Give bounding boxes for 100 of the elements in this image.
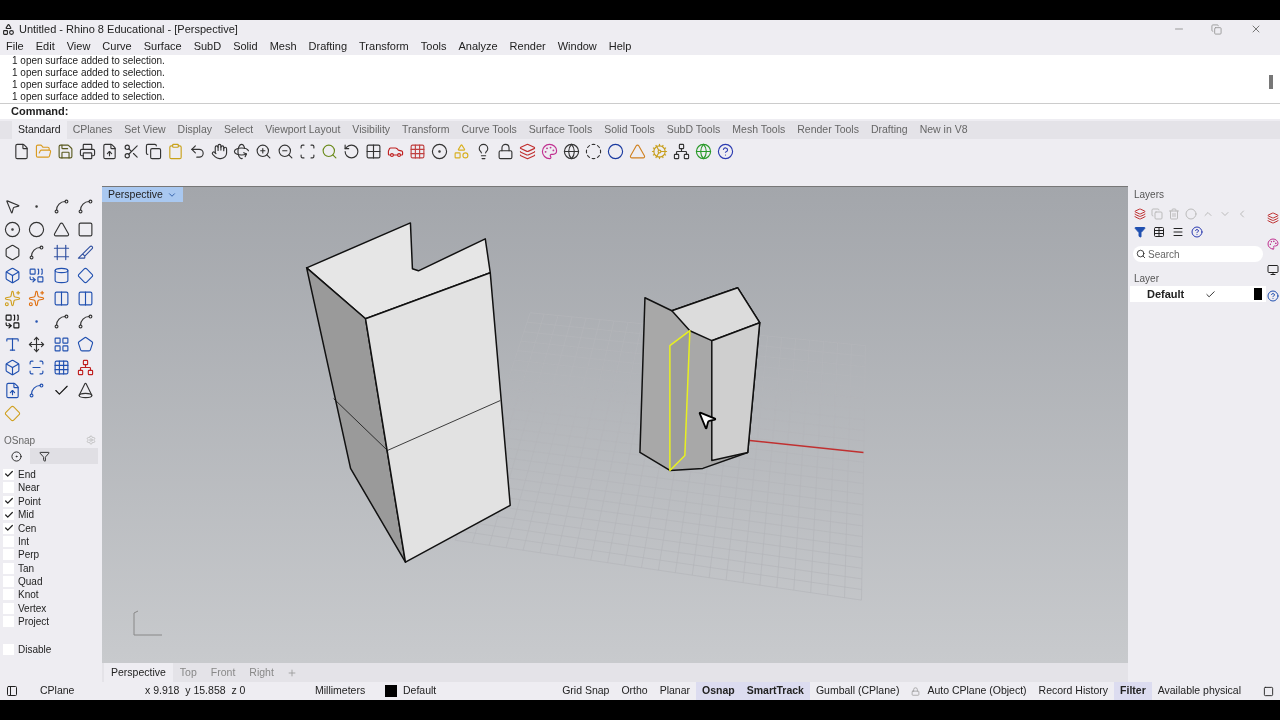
undo-view-icon[interactable] bbox=[343, 142, 360, 160]
rectangle-icon[interactable] bbox=[76, 221, 94, 238]
status-toggle[interactable]: Planar bbox=[653, 682, 697, 700]
toolbar-tab[interactable]: Display bbox=[171, 121, 218, 139]
filter-icon[interactable] bbox=[1134, 226, 1146, 238]
menu-item[interactable]: Edit bbox=[35, 38, 55, 55]
zoom-out-icon[interactable] bbox=[277, 142, 294, 160]
close-icon[interactable] bbox=[1250, 23, 1262, 35]
menu-item[interactable]: Help bbox=[608, 38, 632, 55]
sphere-wireframe-icon[interactable] bbox=[563, 142, 580, 160]
viewport-tab[interactable]: Perspective bbox=[104, 663, 173, 682]
menu-item[interactable]: Transform bbox=[359, 38, 409, 55]
printer-icon[interactable] bbox=[79, 142, 96, 160]
viewport[interactable]: Perspective bbox=[102, 186, 1128, 663]
toolbar-tab[interactable]: SubD Tools bbox=[660, 121, 727, 139]
status-toggle[interactable]: Ortho bbox=[615, 682, 654, 700]
cplane-label[interactable]: CPlane bbox=[40, 683, 145, 699]
menu-item[interactable]: Solid bbox=[233, 38, 258, 55]
curve-icon[interactable] bbox=[76, 198, 94, 215]
layers-icon[interactable] bbox=[519, 142, 536, 160]
grid-icon[interactable] bbox=[409, 142, 426, 160]
status-toggle[interactable]: Osnap bbox=[696, 682, 741, 700]
toolbar-tab[interactable]: Render Tools bbox=[791, 121, 865, 139]
four-viewports-icon[interactable] bbox=[365, 142, 382, 160]
cut-icon[interactable] bbox=[123, 142, 140, 160]
filter-icon[interactable] bbox=[38, 450, 50, 462]
color-wheel-icon[interactable] bbox=[1267, 238, 1279, 250]
layer-color-swatch[interactable] bbox=[385, 685, 397, 697]
zoom-extents-icon[interactable] bbox=[299, 142, 316, 160]
toolbar-tab[interactable]: Surface Tools bbox=[522, 121, 599, 139]
table-icon[interactable] bbox=[1153, 226, 1165, 238]
menu-item[interactable]: Tools bbox=[420, 38, 447, 55]
menu-item[interactable]: Curve bbox=[102, 38, 132, 55]
menu-item[interactable]: Window bbox=[557, 38, 597, 55]
solid-icon[interactable] bbox=[4, 359, 21, 376]
toolbar-tab[interactable]: CPlanes bbox=[66, 121, 119, 139]
move-icon[interactable] bbox=[28, 336, 46, 353]
checkbox[interactable] bbox=[3, 509, 14, 521]
help-tab-icon[interactable] bbox=[1267, 290, 1279, 302]
checkbox[interactable] bbox=[3, 495, 14, 507]
panel-toggle-icon[interactable] bbox=[1263, 685, 1274, 697]
color-wheel-icon[interactable] bbox=[541, 142, 558, 160]
text-icon[interactable] bbox=[4, 336, 21, 353]
help-icon[interactable] bbox=[717, 142, 734, 160]
status-toggle[interactable]: Record History bbox=[1032, 682, 1115, 700]
point-grid-icon[interactable] bbox=[52, 359, 70, 376]
new-file-icon[interactable] bbox=[13, 142, 30, 160]
status-toggle[interactable]: SmartTrack bbox=[740, 682, 810, 700]
menu-item[interactable]: Analyze bbox=[458, 38, 498, 55]
status-toggle[interactable]: Gumball (CPlane) bbox=[809, 682, 906, 700]
pointer-icon[interactable] bbox=[4, 198, 21, 215]
help-icon[interactable] bbox=[1191, 226, 1203, 238]
toolbar-tab[interactable]: Drafting bbox=[864, 121, 914, 139]
units[interactable]: Millimeters bbox=[315, 683, 385, 699]
copy-icon[interactable] bbox=[145, 142, 162, 160]
menu-item[interactable]: Mesh bbox=[269, 38, 297, 55]
checkbox[interactable] bbox=[3, 522, 14, 534]
toolbar-tab[interactable]: Standard bbox=[12, 121, 67, 139]
current-layer[interactable]: Default bbox=[403, 683, 557, 699]
polygon-icon[interactable] bbox=[4, 244, 21, 261]
target-icon[interactable] bbox=[431, 142, 448, 160]
layer-color-swatch[interactable] bbox=[1254, 288, 1262, 300]
page-icon[interactable] bbox=[4, 382, 21, 399]
ellipse-icon[interactable] bbox=[28, 221, 46, 238]
document-icon[interactable] bbox=[101, 142, 118, 160]
menu-item[interactable]: Render bbox=[509, 38, 546, 55]
undo-icon[interactable] bbox=[189, 142, 206, 160]
scrollbar[interactable] bbox=[1269, 75, 1273, 89]
menu-item[interactable]: Surface bbox=[143, 38, 182, 55]
menu-item[interactable]: View bbox=[66, 38, 91, 55]
array-icon[interactable] bbox=[52, 336, 70, 353]
menu-item[interactable]: File bbox=[6, 38, 24, 55]
layers-tab-icon[interactable] bbox=[1267, 212, 1279, 224]
save-icon[interactable] bbox=[57, 142, 74, 160]
status-toggle[interactable]: Auto CPlane (Object) bbox=[905, 682, 1033, 700]
hand-icon[interactable] bbox=[211, 142, 228, 160]
menu-item[interactable]: Drafting bbox=[308, 38, 348, 55]
status-toggle[interactable]: Filter bbox=[1114, 682, 1152, 700]
status-toggle[interactable]: Grid Snap bbox=[556, 682, 616, 700]
checkbox[interactable] bbox=[3, 468, 14, 480]
globe-icon[interactable] bbox=[695, 142, 712, 160]
rotate-icon[interactable] bbox=[233, 142, 250, 160]
osnap-tab-icon[interactable] bbox=[10, 450, 22, 462]
toolbar-tab[interactable]: Solid Tools bbox=[598, 121, 661, 139]
toolbar-tab[interactable]: Transform bbox=[396, 121, 456, 139]
lock-icon[interactable] bbox=[497, 142, 514, 160]
toolbar-tab[interactable]: Viewport Layout bbox=[259, 121, 347, 139]
menu-icon[interactable] bbox=[1172, 226, 1184, 238]
box-icon[interactable] bbox=[4, 267, 21, 284]
zoom-in-icon[interactable] bbox=[255, 142, 272, 160]
toolbar-tab[interactable]: New in V8 bbox=[913, 121, 974, 139]
clipboard-icon[interactable] bbox=[167, 142, 184, 160]
search-field[interactable]: Search bbox=[1133, 246, 1263, 262]
new-layer-icon[interactable] bbox=[1134, 208, 1146, 220]
toolbar-tab[interactable]: Select bbox=[218, 121, 260, 139]
toolbar-tab[interactable]: Mesh Tools bbox=[726, 121, 792, 139]
toolbar-tab[interactable]: Visibility bbox=[346, 121, 397, 139]
menu-item[interactable]: SubD bbox=[193, 38, 222, 55]
toolbar-tab[interactable]: Set View bbox=[118, 121, 172, 139]
toolbar-tab[interactable]: Curve Tools bbox=[455, 121, 523, 139]
